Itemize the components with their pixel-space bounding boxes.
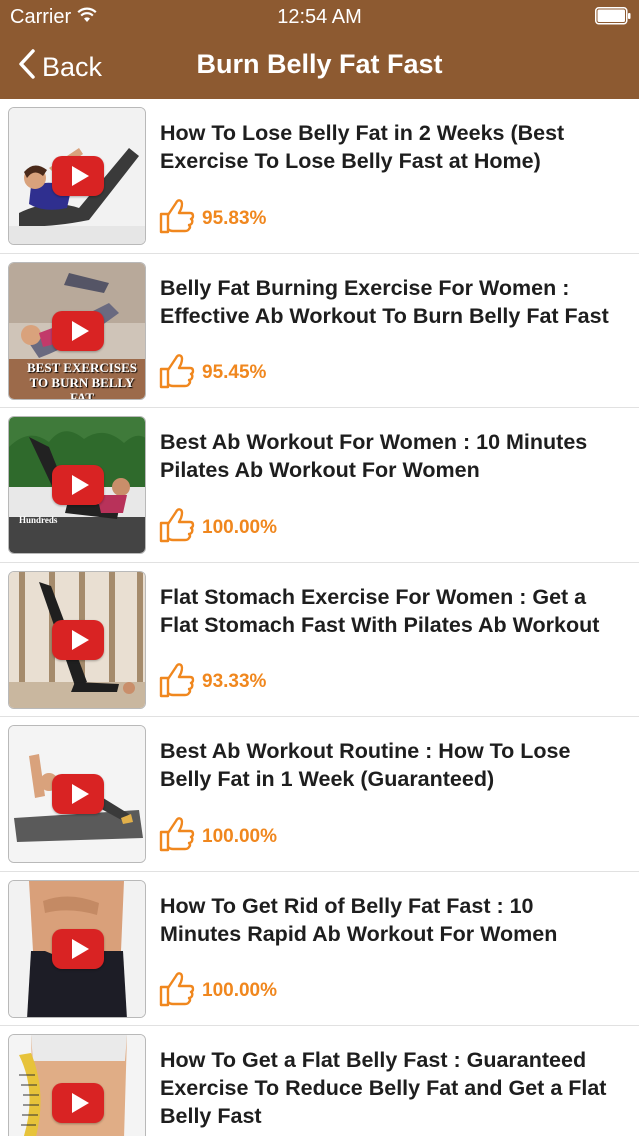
video-rating: 93.33% (158, 661, 266, 704)
status-time: 12:54 AM (277, 6, 362, 28)
video-rating: 95.83% (158, 197, 266, 240)
rating-percent: 93.33% (202, 671, 267, 692)
video-thumbnail[interactable] (8, 570, 146, 709)
list-item[interactable]: BEST EXERCISES TO BURN BELLY FAT Belly F… (0, 254, 639, 408)
video-title: Best Ab Workout Routine : How To Lose Be… (160, 739, 571, 791)
thumbnail-caption: BEST EXERCISES TO BURN BELLY FAT (27, 359, 137, 400)
video-title: How To Get a Flat Belly Fast : Guarantee… (160, 1048, 607, 1128)
video-thumbnail[interactable] (8, 1034, 146, 1136)
video-rating: 100.00% (158, 815, 277, 858)
play-icon (52, 1083, 104, 1123)
list-item[interactable]: Hundreds Best Ab Workout For Women : 10 … (0, 408, 639, 563)
video-thumbnail[interactable] (8, 725, 146, 863)
video-list: How To Lose Belly Fat in 2 Weeks (Best E… (0, 99, 639, 1136)
thumbs-up-icon (158, 352, 196, 395)
rating-percent: 95.83% (202, 207, 267, 229)
status-bar: Carrier 12:54 AM (0, 0, 639, 33)
video-rating: 100.00% (158, 506, 277, 549)
page-title: Burn Belly Fat Fast (196, 49, 443, 79)
play-icon (52, 774, 104, 814)
list-item[interactable]: How To Get a Flat Belly Fast : Guarantee… (0, 1026, 639, 1136)
thumbs-up-icon (158, 815, 196, 858)
video-rating: 95.45% (158, 352, 266, 395)
rating-percent: 95.45% (202, 362, 267, 383)
navigation-bar: Carrier 12:54 AM Back Burn Belly Fat Fas… (0, 0, 639, 99)
video-title: Flat Stomach Exercise For Women : Get a … (160, 584, 600, 637)
video-title: Best Ab Workout For Women : 10 Minutes P… (160, 430, 588, 482)
video-title: How To Lose Belly Fat in 2 Weeks (Best E… (160, 121, 565, 173)
video-thumbnail[interactable] (8, 879, 146, 1018)
video-title: How To Get Rid of Belly Fat Fast : 10 Mi… (160, 893, 558, 946)
thumbs-up-icon (158, 197, 196, 240)
thumbs-up-icon (158, 506, 196, 549)
nav-header: Back Burn Belly Fat Fast (0, 33, 639, 99)
list-item[interactable]: Best Ab Workout Routine : How To Lose Be… (0, 717, 639, 872)
battery-icon (595, 7, 631, 25)
thumbs-up-icon (158, 661, 196, 704)
video-thumbnail[interactable] (8, 107, 146, 245)
rating-percent: 100.00% (202, 980, 278, 1001)
video-rating: 100.00% (158, 970, 277, 1013)
video-thumbnail[interactable]: Hundreds (8, 416, 146, 554)
list-item[interactable]: Flat Stomach Exercise For Women : Get a … (0, 563, 639, 717)
video-thumbnail[interactable]: BEST EXERCISES TO BURN BELLY FAT (8, 261, 146, 400)
play-icon (52, 310, 104, 351)
play-icon (52, 465, 104, 505)
thumbs-up-icon (158, 970, 196, 1013)
play-icon (52, 619, 104, 660)
rating-percent: 100.00% (202, 516, 278, 538)
play-icon (52, 156, 104, 196)
thumbnail-caption: Hundreds (19, 515, 58, 525)
list-item[interactable]: How To Lose Belly Fat in 2 Weeks (Best E… (0, 99, 639, 254)
video-title: Belly Fat Burning Exercise For Women : E… (160, 275, 609, 328)
list-item[interactable]: How To Get Rid of Belly Fat Fast : 10 Mi… (0, 872, 639, 1026)
play-icon (52, 928, 104, 969)
rating-percent: 100.00% (202, 825, 278, 847)
